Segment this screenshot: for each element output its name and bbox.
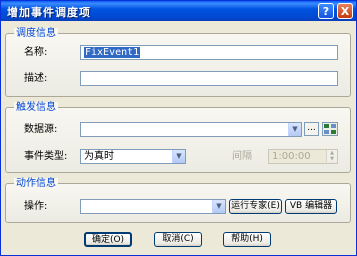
spin-down-icon[interactable]: ▼ bbox=[326, 156, 337, 162]
interval-spinner[interactable]: ▲ ▼ bbox=[326, 150, 337, 163]
trigger-info-group: 触发信息 数据源: ▼ ... 事件类型: 为真时 ▼ 间隔 1:00:00 ▲… bbox=[5, 102, 351, 173]
tag-browser-button[interactable] bbox=[322, 122, 338, 136]
event-type-select[interactable]: 为真时 ▼ bbox=[80, 149, 186, 164]
datasource-combo[interactable]: ▼ bbox=[80, 122, 302, 137]
schedule-info-title: 调度信息 bbox=[14, 28, 58, 39]
help-button[interactable]: 帮助(H) bbox=[223, 232, 271, 247]
name-field-value: FixEvent1 bbox=[84, 47, 141, 58]
run-expert-button[interactable]: 运行专家(E) bbox=[229, 199, 282, 214]
chevron-down-icon[interactable]: ▼ bbox=[288, 123, 301, 136]
action-info-title: 动作信息 bbox=[14, 178, 58, 189]
cancel-button[interactable]: 取消(C) bbox=[154, 232, 202, 247]
grid-icon bbox=[324, 124, 336, 134]
close-icon[interactable]: X bbox=[337, 3, 353, 19]
event-type-value: 为真时 bbox=[84, 151, 114, 162]
chevron-down-icon[interactable]: ▼ bbox=[172, 150, 185, 163]
event-type-label: 事件类型: bbox=[24, 151, 68, 162]
action-info-group: 动作信息 操作: ▼ 运行专家(E) VB 编辑器 bbox=[5, 178, 351, 223]
description-label: 描述: bbox=[24, 73, 48, 84]
name-label: 名称: bbox=[24, 47, 48, 58]
interval-value: 1:00:00 bbox=[272, 151, 311, 162]
help-icon[interactable]: ? bbox=[318, 3, 334, 19]
operation-label: 操作: bbox=[24, 201, 48, 212]
description-field[interactable] bbox=[80, 71, 338, 86]
title-bar: 增加事件调度项 ? X bbox=[1, 1, 356, 21]
browse-button[interactable]: ... bbox=[304, 122, 319, 136]
dialog-window: 增加事件调度项 ? X 调度信息 名称: FixEvent1 描述: 触发信息 … bbox=[0, 0, 357, 256]
schedule-info-group: 调度信息 名称: FixEvent1 描述: bbox=[5, 28, 351, 97]
datasource-label: 数据源: bbox=[24, 124, 58, 135]
name-field[interactable]: FixEvent1 bbox=[80, 45, 338, 60]
window-title: 增加事件调度项 bbox=[7, 6, 91, 19]
operation-combo[interactable]: ▼ bbox=[80, 199, 226, 214]
interval-label: 间隔 bbox=[232, 151, 252, 162]
chevron-down-icon[interactable]: ▼ bbox=[212, 200, 225, 213]
ok-button[interactable]: 确定(O) bbox=[84, 232, 132, 247]
trigger-info-title: 触发信息 bbox=[14, 102, 58, 113]
vb-editor-button[interactable]: VB 编辑器 bbox=[285, 199, 337, 214]
interval-field[interactable]: 1:00:00 ▲ ▼ bbox=[268, 149, 338, 164]
